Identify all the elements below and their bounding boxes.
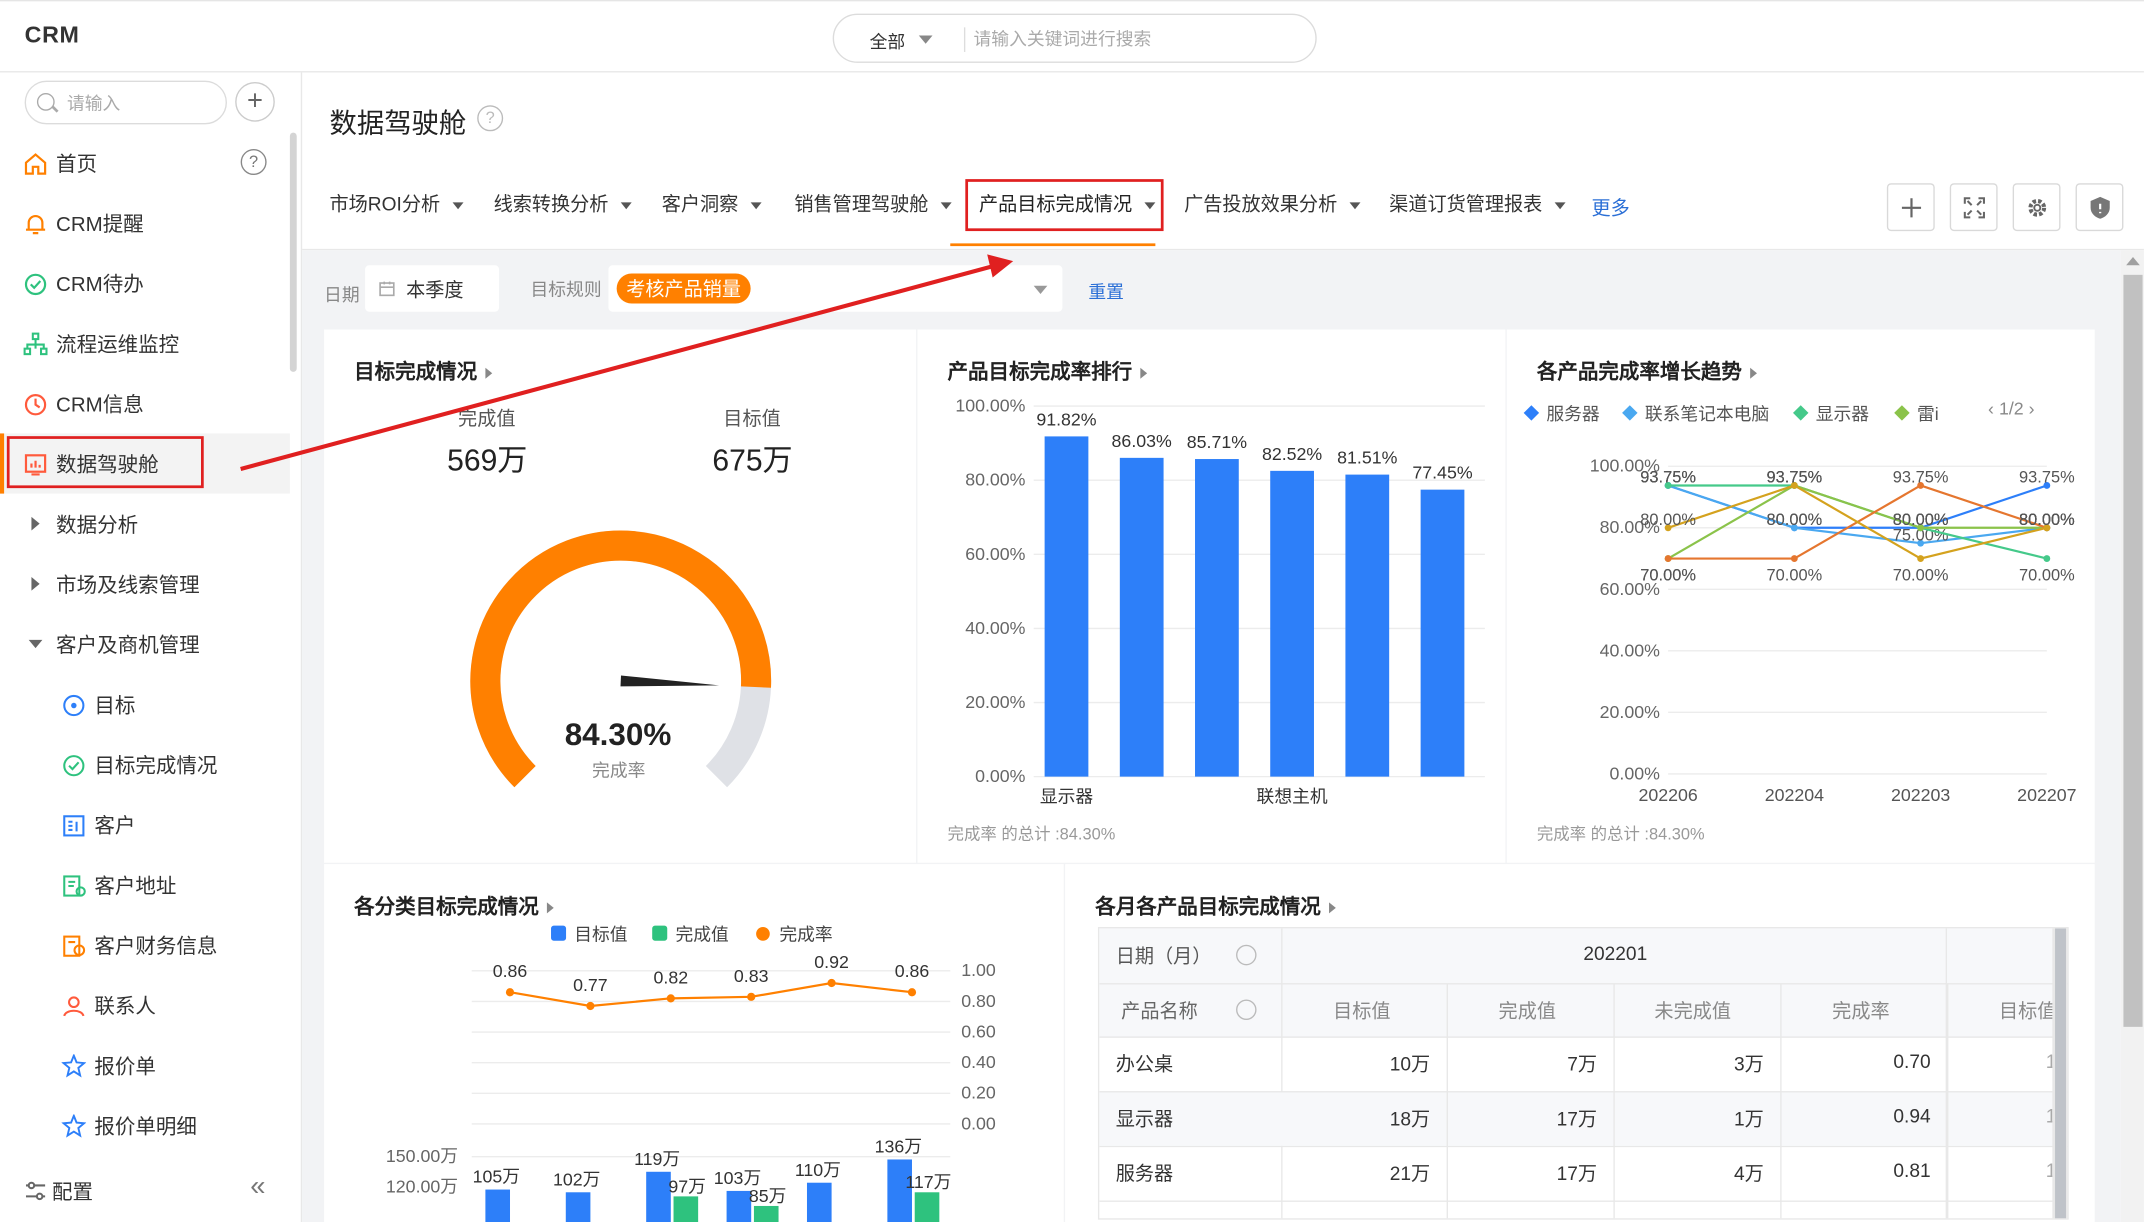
annotation-arrow <box>240 254 1014 471</box>
